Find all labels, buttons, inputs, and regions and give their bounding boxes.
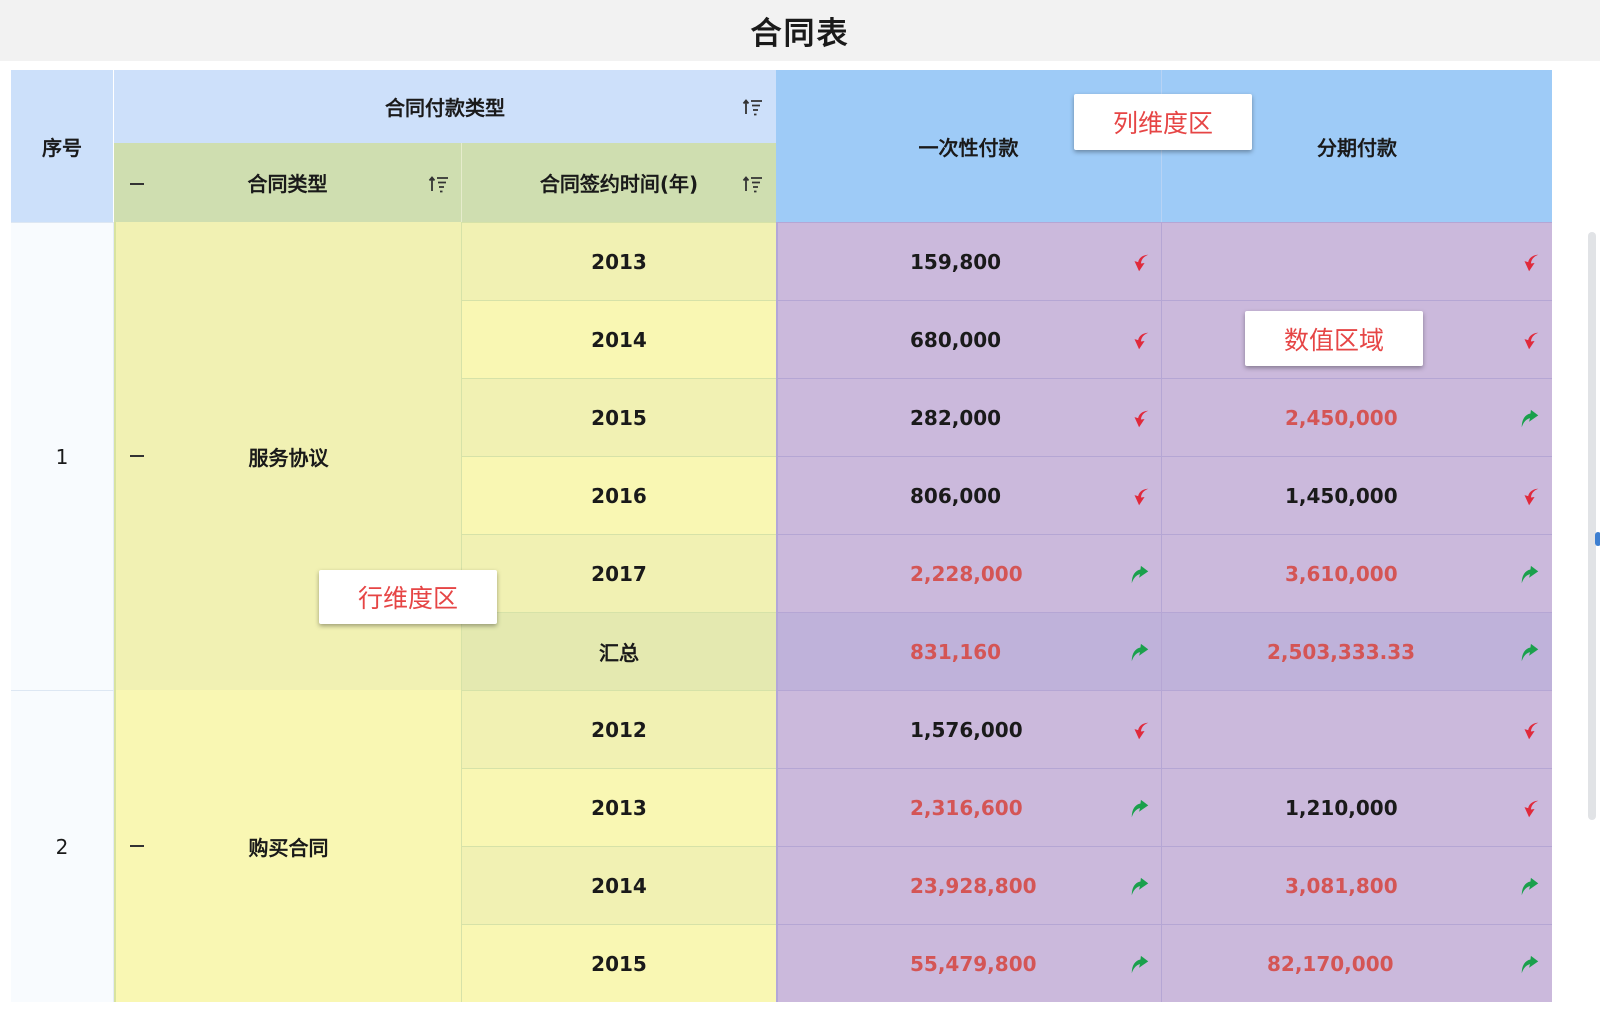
sort-icon[interactable] <box>742 96 764 118</box>
pivot-table: 序号 合同付款类型 合同类型 合同签约时间(年) 一次性付款 分期付款 1 服务协议 2013 1… <box>0 0 1600 1035</box>
trend-up-icon <box>1131 799 1149 818</box>
trend-down-icon <box>1524 488 1539 506</box>
scroll-indicator[interactable] <box>1595 532 1600 546</box>
trend-down-icon <box>1524 254 1539 272</box>
row-year-cell: 2017 <box>462 534 776 612</box>
trend-up-icon <box>1521 409 1539 428</box>
value-cell-installment[interactable]: 82,170,000 <box>1162 924 1552 1002</box>
sort-icon[interactable] <box>428 173 450 195</box>
trend-down-icon <box>1524 332 1539 350</box>
trend-up-icon <box>1131 955 1149 974</box>
trend-down-icon <box>1524 800 1539 818</box>
sort-icon[interactable] <box>742 173 764 195</box>
row-contract-type-cell: 购买合同 <box>114 690 462 1002</box>
trend-up-icon <box>1131 877 1149 896</box>
row-seq-cell: 1 <box>11 222 114 690</box>
header-payment-type[interactable]: 合同付款类型 <box>114 70 776 143</box>
row-year-cell: 2013 <box>462 768 776 846</box>
header-contract-type[interactable]: 合同类型 <box>114 143 462 222</box>
collapse-minus-icon[interactable] <box>128 839 146 853</box>
value-cell-installment[interactable]: 3,610,000 <box>1162 534 1552 612</box>
value-cell-one-time[interactable]: 55,479,800 <box>776 924 1162 1002</box>
value-cell-one-time[interactable]: 2,228,000 <box>776 534 1162 612</box>
collapse-minus-icon[interactable] <box>128 449 146 463</box>
value-cell-installment[interactable]: 1,450,000 <box>1162 456 1552 534</box>
collapse-minus-icon[interactable] <box>128 177 146 191</box>
trend-up-icon <box>1521 877 1539 896</box>
row-year-cell: 2013 <box>462 222 776 300</box>
value-cell-one-time[interactable]: 2,316,600 <box>776 768 1162 846</box>
table-bottom-edge <box>0 1003 1600 1035</box>
trend-up-icon <box>1521 955 1539 974</box>
vertical-scrollbar[interactable] <box>1588 232 1596 820</box>
value-cell-one-time[interactable]: 831,160 <box>776 612 1162 690</box>
trend-down-icon <box>1134 332 1149 350</box>
row-year-cell: 2012 <box>462 690 776 768</box>
value-cell-one-time[interactable]: 282,000 <box>776 378 1162 456</box>
value-cell-installment[interactable]: 3,081,800 <box>1162 846 1552 924</box>
trend-down-icon <box>1134 410 1149 428</box>
value-cell-one-time[interactable]: 159,800 <box>776 222 1162 300</box>
value-cell-installment[interactable] <box>1162 690 1552 768</box>
value-cell-installment[interactable]: 2,450,000 <box>1162 378 1552 456</box>
value-cell-installment[interactable] <box>1162 222 1552 300</box>
value-cell-one-time[interactable]: 1,576,000 <box>776 690 1162 768</box>
header-sign-year[interactable]: 合同签约时间(年) <box>462 143 776 222</box>
callout-column-dimension: 列维度区 <box>1074 94 1252 150</box>
trend-down-icon <box>1524 722 1539 740</box>
header-seq: 序号 <box>11 70 114 222</box>
value-cell-installment[interactable]: 2,503,333.33 <box>1162 612 1552 690</box>
trend-down-icon <box>1134 488 1149 506</box>
value-cell-one-time[interactable]: 806,000 <box>776 456 1162 534</box>
trend-up-icon <box>1521 565 1539 584</box>
callout-row-dimension: 行维度区 <box>319 570 497 624</box>
value-cell-one-time[interactable]: 23,928,800 <box>776 846 1162 924</box>
trend-down-icon <box>1134 254 1149 272</box>
trend-up-icon <box>1131 643 1149 662</box>
row-seq-cell: 2 <box>11 690 114 1002</box>
row-year-cell: 2015 <box>462 924 776 1002</box>
trend-down-icon <box>1134 722 1149 740</box>
row-year-cell: 2014 <box>462 846 776 924</box>
row-year-cell: 汇总 <box>462 612 776 690</box>
row-year-cell: 2015 <box>462 378 776 456</box>
row-year-cell: 2014 <box>462 300 776 378</box>
value-cell-one-time[interactable]: 680,000 <box>776 300 1162 378</box>
trend-up-icon <box>1521 643 1539 662</box>
callout-value-area: 数值区域 <box>1245 311 1423 366</box>
trend-up-icon <box>1131 565 1149 584</box>
row-year-cell: 2016 <box>462 456 776 534</box>
value-cell-installment[interactable]: 1,210,000 <box>1162 768 1552 846</box>
